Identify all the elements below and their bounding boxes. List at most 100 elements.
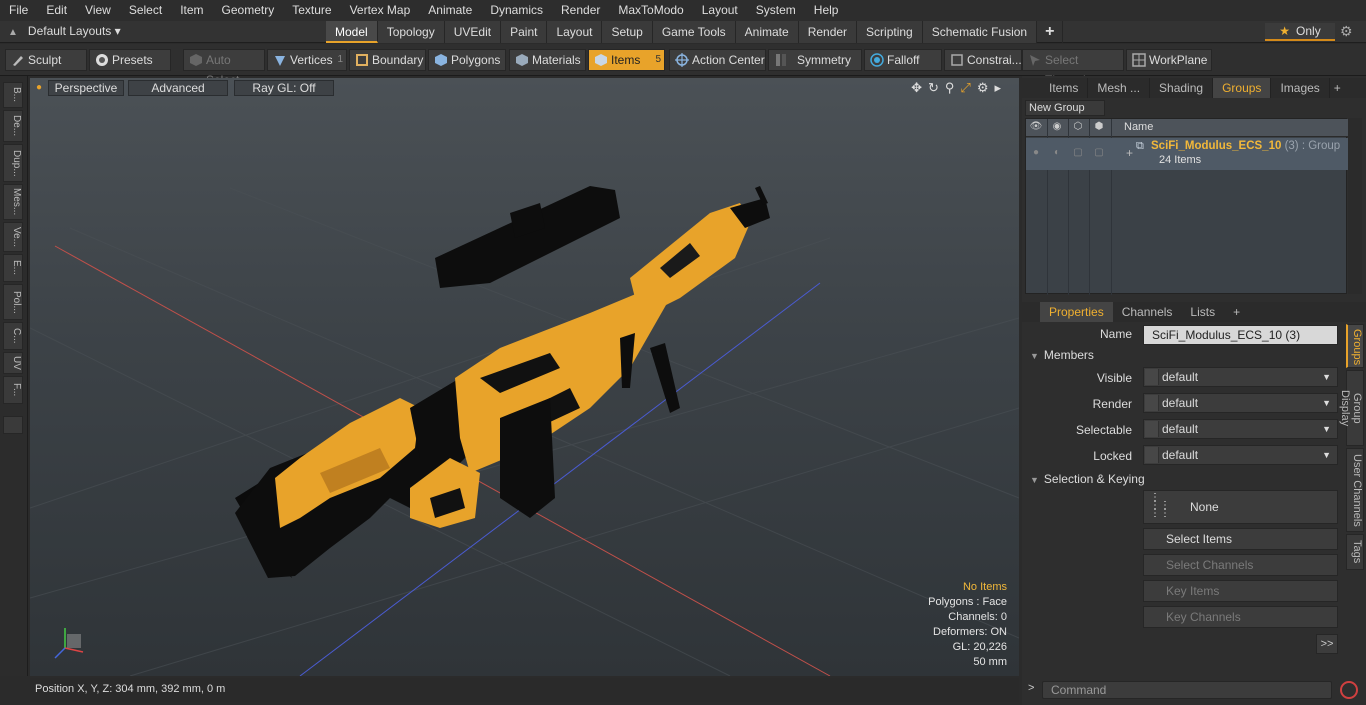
menu-view[interactable]: View — [76, 0, 120, 21]
menu-system[interactable]: System — [747, 0, 805, 21]
strip-tab-mesh[interactable]: Mes... — [3, 184, 23, 220]
tab-topology[interactable]: Topology — [377, 21, 445, 43]
pan-icon[interactable]: ✥ — [911, 80, 922, 96]
tab-model[interactable]: Model — [326, 21, 378, 43]
vertices-button[interactable]: Vertices 1 — [267, 49, 347, 71]
tab-paint[interactable]: Paint — [501, 21, 548, 43]
menu-texture[interactable]: Texture — [283, 0, 340, 21]
viewport-gear-icon[interactable]: ⚙ — [977, 80, 989, 96]
strip-tab-polygon[interactable]: Pol... — [3, 284, 23, 320]
selectable-icon[interactable]: ⬡ — [1071, 121, 1085, 135]
tab-properties[interactable]: Properties — [1040, 302, 1113, 322]
selectable-dropdown[interactable]: default ▼ — [1143, 419, 1338, 439]
menu-edit[interactable]: Edit — [37, 0, 76, 21]
strip-tab-fusion[interactable]: F... — [3, 376, 23, 404]
lock-icon[interactable]: ⬢ — [1092, 121, 1106, 135]
menu-layout[interactable]: Layout — [693, 0, 747, 21]
strip-tab-vertex[interactable]: Ve... — [3, 222, 23, 252]
tab-layout[interactable]: Layout — [547, 21, 603, 43]
advanced-dropdown[interactable]: Advanced — [128, 80, 228, 96]
row-render-icon[interactable]: ◐ — [1050, 147, 1064, 161]
members-section[interactable]: ▼ Members — [1030, 348, 1094, 362]
side-tab-user-channels[interactable]: User Channels — [1346, 448, 1364, 532]
perspective-dropdown[interactable]: Perspective — [48, 80, 124, 96]
tab-items[interactable]: Items — [1040, 78, 1089, 98]
polygons-button[interactable]: Polygons — [428, 49, 506, 71]
presets-button[interactable]: Presets — [89, 49, 171, 71]
tab-images[interactable]: Images — [1271, 78, 1330, 98]
record-icon[interactable] — [1340, 681, 1358, 699]
key-items-button[interactable]: Key Items — [1143, 580, 1338, 602]
locked-dropdown[interactable]: default ▼ — [1143, 445, 1338, 465]
menu-vertex-map[interactable]: Vertex Map — [341, 0, 420, 21]
symmetry-button[interactable]: Symmetry — [768, 49, 862, 71]
tab-setup[interactable]: Setup — [602, 21, 653, 43]
gear-icon[interactable]: ⚙ — [1340, 23, 1353, 40]
tab-game-tools[interactable]: Game Tools — [652, 21, 736, 43]
row-lock-icon[interactable]: ▢ — [1092, 147, 1106, 161]
constraints-button[interactable]: Constrai... — [944, 49, 1022, 71]
add-panel-tab-icon[interactable]: + — [1330, 78, 1345, 98]
rotate-icon[interactable]: ↻ — [928, 80, 939, 96]
expand-plus-icon[interactable]: + — [1126, 146, 1133, 160]
key-channels-button[interactable]: Key Channels — [1143, 606, 1338, 628]
render-icon[interactable]: ◉ — [1050, 121, 1064, 135]
strip-tab-deform[interactable]: De... — [3, 110, 23, 142]
visibility-eye-icon[interactable]: 👁 — [1029, 121, 1043, 135]
select-items-button[interactable]: Select Items — [1143, 528, 1338, 550]
menu-item[interactable]: Item — [171, 0, 212, 21]
expand-arrow-icon[interactable]: ▸ — [994, 80, 1001, 96]
name-field[interactable]: SciFi_Modulus_ECS_10 (3) — [1143, 325, 1338, 345]
menu-help[interactable]: Help — [805, 0, 848, 21]
boundary-button[interactable]: Boundary — [349, 49, 426, 71]
tab-shading[interactable]: Shading — [1150, 78, 1214, 98]
more-button[interactable]: >> — [1316, 634, 1338, 654]
tab-groups[interactable]: Groups — [1213, 78, 1272, 98]
menu-maxtomodo[interactable]: MaxToModo — [609, 0, 692, 21]
selection-keying-section[interactable]: ▼ Selection & Keying — [1030, 472, 1145, 486]
add-prop-tab-icon[interactable]: + — [1224, 302, 1249, 322]
select-channels-button[interactable]: Select Channels — [1143, 554, 1338, 576]
items-button[interactable]: Items 5 — [588, 49, 665, 71]
menu-render[interactable]: Render — [552, 0, 609, 21]
fit-icon[interactable]: ⤢ — [960, 80, 970, 96]
command-input[interactable]: Command — [1042, 681, 1332, 699]
tab-mesh[interactable]: Mesh ... — [1088, 78, 1151, 98]
sculpt-button[interactable]: Sculpt — [5, 49, 87, 71]
tab-channels[interactable]: Channels — [1113, 302, 1182, 322]
strip-tab-basic[interactable]: B... — [3, 82, 23, 108]
side-tab-group-display[interactable]: Group Display — [1339, 370, 1364, 446]
row-selectable-icon[interactable]: ▢ — [1071, 147, 1085, 161]
strip-tab-duplicate[interactable]: Dup... — [3, 144, 23, 182]
strip-tab-edge[interactable]: E... — [3, 254, 23, 282]
layout-selector[interactable]: ▲ Default Layouts ▾ — [8, 24, 121, 38]
tab-schematic-fusion[interactable]: Schematic Fusion — [922, 21, 1038, 43]
raygl-toggle[interactable]: Ray GL: Off — [234, 80, 334, 96]
menu-select[interactable]: Select — [120, 0, 171, 21]
menu-file[interactable]: File — [0, 0, 37, 21]
select-through-button[interactable]: Select Through — [1022, 49, 1124, 87]
tab-uvedit[interactable]: UVEdit — [444, 21, 502, 43]
tab-scripting[interactable]: Scripting — [857, 21, 923, 43]
collapse-up-icon[interactable]: ▲ — [8, 27, 18, 38]
row-visibility-icon[interactable]: ● — [1029, 147, 1043, 161]
zoom-icon[interactable]: ⚲ — [945, 80, 955, 96]
menu-geometry[interactable]: Geometry — [213, 0, 284, 21]
tab-lists[interactable]: Lists — [1181, 302, 1224, 322]
workplane-button[interactable]: WorkPlane — [1126, 49, 1212, 71]
group-row[interactable]: ● ◐ ▢ ▢ + ⧉ SciFi_Modulus_ECS_10 (3) : G… — [1026, 138, 1348, 170]
strip-small-button[interactable] — [3, 416, 23, 434]
tab-render[interactable]: Render — [798, 21, 858, 43]
side-tab-tags[interactable]: Tags — [1346, 534, 1364, 570]
materials-button[interactable]: Materials — [509, 49, 586, 71]
render-dropdown[interactable]: default ▼ — [1143, 393, 1338, 413]
menu-dynamics[interactable]: Dynamics — [481, 0, 552, 21]
add-tab-plus-icon[interactable]: + — [1037, 21, 1064, 43]
viewport-menu-dot-icon[interactable]: ● — [36, 82, 42, 93]
new-group-button[interactable]: New Group — [1025, 100, 1105, 116]
falloff-button[interactable]: Falloff — [864, 49, 942, 71]
action-center-button[interactable]: Action Center — [669, 49, 766, 71]
groups-scrollbar[interactable] — [1348, 118, 1362, 294]
menu-animate[interactable]: Animate — [419, 0, 481, 21]
none-preset-button[interactable]: ⋮ ⋮⋮ ⋮⋮ None — [1143, 490, 1338, 524]
